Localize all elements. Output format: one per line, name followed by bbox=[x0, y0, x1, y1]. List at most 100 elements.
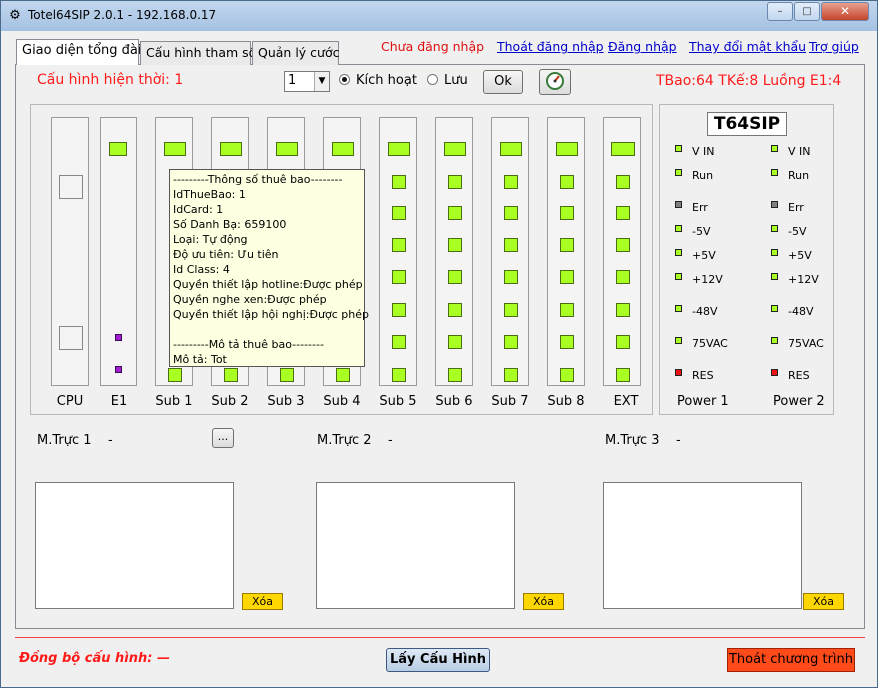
sub-led bbox=[504, 368, 518, 382]
power-led bbox=[771, 273, 778, 280]
slot-label-sub7: Sub 7 bbox=[491, 394, 529, 409]
clear-button-2[interactable]: Xóa bbox=[523, 593, 564, 610]
slot-label-e1: E1 bbox=[110, 394, 128, 409]
power-led-label: 75VAC bbox=[692, 337, 728, 350]
power-led bbox=[675, 169, 682, 176]
sub-led bbox=[504, 206, 518, 220]
power-led-label: RES bbox=[788, 369, 810, 382]
power-led-label: +12V bbox=[788, 273, 819, 286]
sub-led bbox=[388, 142, 410, 156]
power-led bbox=[771, 145, 778, 152]
clear-button-1[interactable]: Xóa bbox=[242, 593, 283, 610]
config-select-value: 1 bbox=[288, 73, 297, 88]
trunk-status: TBao:64 TKế:8 Luồng E1:4 bbox=[656, 73, 842, 89]
power-led-label: V IN bbox=[692, 145, 715, 158]
maximize-button[interactable]: □ bbox=[794, 2, 820, 21]
sub-led bbox=[560, 270, 574, 284]
sub-led bbox=[164, 142, 186, 156]
power-led-label: RES bbox=[692, 369, 714, 382]
operator-1-log[interactable] bbox=[35, 482, 234, 609]
model-badge: T64SIP bbox=[707, 112, 787, 136]
tooltip-line: ---------Mô tả thuê bao-------- bbox=[173, 338, 324, 351]
power-led bbox=[675, 337, 682, 344]
power-led bbox=[771, 337, 778, 344]
operator-1-value: - bbox=[108, 433, 113, 448]
operator-3-log[interactable] bbox=[603, 482, 802, 609]
get-config-button[interactable]: Lấy Cấu Hình bbox=[386, 648, 490, 672]
power-led-label: +5V bbox=[788, 249, 812, 262]
tooltip-line: IdThueBao: 1 bbox=[173, 188, 246, 201]
sub-led bbox=[392, 270, 406, 284]
tooltip-line: Số Danh Bạ: 659100 bbox=[173, 218, 287, 231]
power-led bbox=[675, 201, 682, 208]
clear-button-3[interactable]: Xóa bbox=[803, 593, 844, 610]
power-led-label: -5V bbox=[692, 225, 711, 238]
tooltip-line: Id Class: 4 bbox=[173, 263, 230, 276]
slot-label-sub4: Sub 4 bbox=[323, 394, 361, 409]
power-led-label: 75VAC bbox=[788, 337, 824, 350]
tooltip-line: IdCard: 1 bbox=[173, 203, 224, 216]
tooltip-line: Quyền thiết lập hội nghị:Được phép bbox=[173, 308, 369, 321]
sub-led bbox=[448, 206, 462, 220]
slot-sub-7[interactable] bbox=[491, 117, 529, 386]
power-led-label: -48V bbox=[788, 305, 814, 318]
slot-ext[interactable] bbox=[603, 117, 641, 386]
tooltip-line: Loại: Tự động bbox=[173, 233, 248, 246]
power-led bbox=[771, 201, 778, 208]
tab-parameters[interactable]: Cấu hình tham số bbox=[140, 41, 256, 65]
operator-2: M.Trực 2 - bbox=[317, 433, 393, 448]
ext-led bbox=[616, 303, 630, 317]
sub-led bbox=[504, 335, 518, 349]
slot-label-ext: EXT bbox=[613, 394, 639, 409]
sub-led bbox=[332, 142, 354, 156]
operator-2-value: - bbox=[388, 433, 393, 448]
slot-label-sub2: Sub 2 bbox=[211, 394, 249, 409]
browse-button[interactable]: ... bbox=[212, 428, 234, 448]
radio-off-icon bbox=[427, 74, 438, 85]
login-link[interactable]: Đăng nhập bbox=[608, 39, 677, 54]
radio-activate[interactable]: Kích hoạt bbox=[339, 73, 417, 88]
sub-led bbox=[448, 368, 462, 382]
slot-sub-5[interactable] bbox=[379, 117, 417, 386]
power2-label: Power 2 bbox=[773, 394, 825, 409]
window-title: Totel64SIP 2.0.1 - 192.168.0.17 bbox=[28, 8, 217, 22]
ok-button[interactable]: Ok bbox=[483, 70, 523, 94]
tab-overview[interactable]: Giao diện tổng đài bbox=[16, 39, 141, 65]
change-password-link[interactable]: Thay đổi mật khẩu bbox=[689, 39, 806, 54]
tooltip-line: ---------Thông số thuê bao-------- bbox=[173, 173, 343, 186]
sub-led bbox=[392, 368, 406, 382]
operator-2-log[interactable] bbox=[316, 482, 515, 609]
power-led bbox=[675, 225, 682, 232]
close-button[interactable]: ✕ bbox=[821, 2, 869, 21]
tab-billing[interactable]: Quản lý cước bbox=[252, 41, 339, 65]
power-led bbox=[675, 305, 682, 312]
sub-led bbox=[560, 238, 574, 252]
slot-label-sub1: Sub 1 bbox=[155, 394, 193, 409]
slot-cpu[interactable] bbox=[51, 117, 89, 386]
power-led bbox=[771, 249, 778, 256]
config-select[interactable]: 1 ▼ bbox=[284, 71, 330, 92]
operator-1: M.Trực 1 - bbox=[37, 433, 113, 448]
slot-sub-6[interactable] bbox=[435, 117, 473, 386]
slot-e1[interactable] bbox=[100, 117, 137, 386]
exit-button[interactable]: Thoát chương trình bbox=[727, 648, 855, 672]
minimize-button[interactable]: – bbox=[767, 2, 793, 21]
slot-label-cpu: CPU bbox=[56, 394, 84, 409]
slot-label-sub3: Sub 3 bbox=[267, 394, 305, 409]
help-link[interactable]: Trợ giúp bbox=[809, 39, 859, 54]
sub-led bbox=[392, 335, 406, 349]
radio-save[interactable]: Lưu bbox=[427, 73, 468, 88]
title-bar: ⚙ Totel64SIP 2.0.1 - 192.168.0.17 – □ ✕ bbox=[1, 1, 877, 31]
ext-led bbox=[616, 335, 630, 349]
logout-link[interactable]: Thoát đăng nhập bbox=[497, 39, 604, 54]
power-led-label: Err bbox=[788, 201, 804, 214]
power-led-label: +5V bbox=[692, 249, 716, 262]
power-led bbox=[675, 145, 682, 152]
refresh-button[interactable] bbox=[539, 69, 571, 95]
operator-3-value: - bbox=[676, 433, 681, 448]
chevron-down-icon[interactable]: ▼ bbox=[314, 72, 329, 91]
slot-label-sub8: Sub 8 bbox=[547, 394, 585, 409]
slot-sub-8[interactable] bbox=[547, 117, 585, 386]
power1-label: Power 1 bbox=[677, 394, 729, 409]
power-led bbox=[675, 273, 682, 280]
